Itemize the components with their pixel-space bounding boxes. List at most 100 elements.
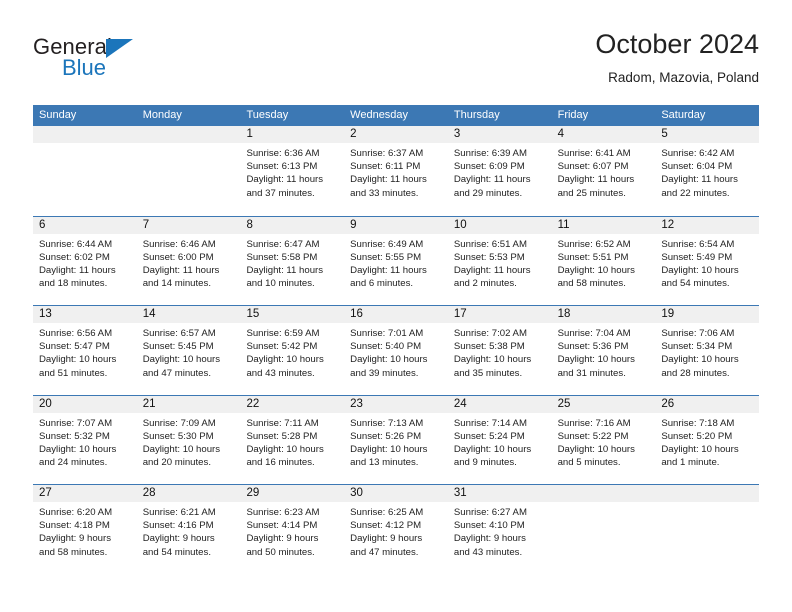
sunrise-time: Sunrise: 7:02 AM bbox=[453, 328, 527, 339]
calendar-day-cell[interactable]: 23 Sunrise: 7:13 AM Sunset: 5:26 PM Dayligh… bbox=[344, 395, 448, 484]
day-sun-info: Sunrise: 7:18 AM Sunset: 5:20 PM Daylight:… bbox=[655, 413, 759, 470]
calendar-day-cell-empty bbox=[551, 485, 656, 574]
sunset-time: Sunset: 5:32 PM bbox=[39, 430, 110, 442]
calendar-day-cell[interactable]: 5 Sunrise: 6:42 AM Sunset: 6:04 PM Daylight… bbox=[655, 126, 760, 216]
calendar-day-cell[interactable]: 13 Sunrise: 6:56 AM Sunset: 5:47 PM Dayligh… bbox=[33, 306, 137, 395]
sunset-time: Sunset: 4:18 PM bbox=[39, 520, 110, 532]
day-number: 29 bbox=[240, 485, 345, 502]
sunset-time: Sunset: 5:40 PM bbox=[350, 341, 422, 353]
weekday-header-wednesday: Wednesday bbox=[350, 109, 409, 121]
calendar-day-cell[interactable]: 22 Sunrise: 7:11 AM Sunset: 5:28 PM Dayligh… bbox=[240, 395, 345, 484]
day-number bbox=[551, 485, 656, 502]
calendar-day-cell[interactable]: 11 Sunrise: 6:52 AM Sunset: 5:51 PM Dayligh… bbox=[551, 216, 656, 305]
daylight-duration-line2: and 58 minutes. bbox=[39, 546, 108, 558]
calendar-day-cell[interactable]: 19 Sunrise: 7:06 AM Sunset: 5:34 PM Dayligh… bbox=[655, 306, 760, 395]
day-number: 11 bbox=[551, 216, 656, 234]
calendar-day-cell[interactable]: 27 Sunrise: 6:20 AM Sunset: 4:18 PM Dayligh… bbox=[33, 485, 137, 574]
calendar-day-cell[interactable]: 1 Sunrise: 6:36 AM Sunset: 6:13 PM Daylight… bbox=[240, 126, 345, 216]
daylight-duration-line1: Daylight: 10 hours bbox=[246, 354, 324, 366]
calendar-day-cell[interactable]: 29 Sunrise: 6:23 AM Sunset: 4:14 PM Dayligh… bbox=[240, 485, 345, 574]
daylight-duration-line2: and 47 minutes. bbox=[142, 367, 211, 379]
calendar-day-cell[interactable]: 15 Sunrise: 6:59 AM Sunset: 5:42 PM Dayligh… bbox=[240, 306, 345, 395]
daylight-duration-line2: and 9 minutes. bbox=[453, 457, 517, 469]
daylight-duration-line2: and 10 minutes. bbox=[246, 278, 315, 290]
sunset-time: Sunset: 5:22 PM bbox=[557, 430, 629, 442]
calendar-day-cell[interactable]: 7 Sunrise: 6:46 AM Sunset: 6:00 PM Daylight… bbox=[136, 216, 241, 305]
daylight-duration-line1: Daylight: 9 hours bbox=[350, 533, 423, 545]
daylight-duration-line1: Daylight: 11 hours bbox=[142, 264, 220, 276]
sunrise-time: Sunrise: 6:57 AM bbox=[142, 328, 216, 339]
day-number: 17 bbox=[447, 306, 552, 323]
daylight-duration-line2: and 31 minutes. bbox=[557, 367, 626, 379]
day-number: 3 bbox=[447, 126, 552, 143]
daylight-duration-line2: and 13 minutes. bbox=[350, 457, 419, 469]
daylight-duration-line2: and 14 minutes. bbox=[142, 278, 211, 290]
calendar-day-cell-empty bbox=[136, 126, 241, 216]
calendar-day-cell[interactable]: 10 Sunrise: 6:51 AM Sunset: 5:53 PM Dayligh… bbox=[447, 216, 552, 305]
calendar-day-cell[interactable]: 18 Sunrise: 7:04 AM Sunset: 5:36 PM Dayligh… bbox=[551, 306, 656, 395]
weekday-header-thursday: Thursday bbox=[453, 109, 500, 121]
calendar-day-cell[interactable]: 12 Sunrise: 6:54 AM Sunset: 5:49 PM Dayligh… bbox=[655, 216, 760, 305]
daylight-duration-line2: and 39 minutes. bbox=[350, 367, 419, 379]
daylight-duration-line1: Daylight: 11 hours bbox=[246, 264, 324, 276]
calendar-day-cell[interactable]: 24 Sunrise: 7:14 AM Sunset: 5:24 PM Dayligh… bbox=[447, 395, 552, 484]
daylight-duration-line1: Daylight: 10 hours bbox=[39, 443, 117, 455]
day-number: 1 bbox=[240, 126, 345, 143]
daylight-duration-line2: and 25 minutes. bbox=[557, 187, 626, 199]
day-number: 22 bbox=[240, 395, 345, 413]
day-number bbox=[655, 485, 760, 502]
calendar-day-cell[interactable]: 6 Sunrise: 6:44 AM Sunset: 6:02 PM Daylight… bbox=[33, 216, 137, 305]
daylight-duration-line1: Daylight: 9 hours bbox=[39, 533, 111, 545]
daylight-duration-line2: and 43 minutes. bbox=[246, 367, 315, 379]
calendar-day-cell[interactable]: 26 Sunrise: 7:18 AM Sunset: 5:20 PM Dayligh… bbox=[655, 395, 760, 484]
day-number: 10 bbox=[447, 216, 552, 234]
calendar-day-cell[interactable]: 3 Sunrise: 6:39 AM Sunset: 6:09 PM Daylight… bbox=[447, 126, 552, 216]
day-sun-info: Sunrise: 7:04 AM Sunset: 5:36 PM Daylight:… bbox=[552, 323, 656, 380]
day-number: 16 bbox=[344, 306, 448, 323]
calendar-day-cell[interactable]: 31 Sunrise: 6:27 AM Sunset: 4:10 PM Dayligh… bbox=[447, 485, 552, 574]
sunrise-time: Sunrise: 6:37 AM bbox=[350, 148, 424, 159]
day-sun-info: Sunrise: 7:14 AM Sunset: 5:24 PM Daylight:… bbox=[448, 413, 552, 470]
day-sun-info: Sunrise: 7:01 AM Sunset: 5:40 PM Daylight:… bbox=[344, 323, 448, 380]
calendar-day-cell[interactable]: 20 Sunrise: 7:07 AM Sunset: 5:32 PM Dayligh… bbox=[33, 395, 137, 484]
daylight-duration-line2: and 18 minutes. bbox=[39, 278, 108, 290]
calendar-day-cell[interactable]: 30 Sunrise: 6:25 AM Sunset: 4:12 PM Dayligh… bbox=[344, 485, 448, 574]
sunrise-time: Sunrise: 6:25 AM bbox=[350, 507, 424, 518]
weekday-header-saturday: Saturday bbox=[661, 109, 706, 121]
sunset-time: Sunset: 5:26 PM bbox=[350, 430, 422, 442]
daylight-duration-line2: and 16 minutes. bbox=[246, 457, 315, 469]
daylight-duration-line2: and 51 minutes. bbox=[39, 367, 108, 379]
calendar-day-cell[interactable]: 28 Sunrise: 6:21 AM Sunset: 4:16 PM Dayligh… bbox=[136, 485, 241, 574]
sunset-time: Sunset: 5:55 PM bbox=[350, 251, 422, 263]
sunset-time: Sunset: 6:02 PM bbox=[39, 251, 110, 263]
calendar-day-cell[interactable]: 4 Sunrise: 6:41 AM Sunset: 6:07 PM Daylight… bbox=[551, 126, 656, 216]
day-number: 8 bbox=[240, 216, 345, 234]
sunrise-time: Sunrise: 6:47 AM bbox=[246, 238, 320, 250]
calendar-day-cell[interactable]: 17 Sunrise: 7:02 AM Sunset: 5:38 PM Dayligh… bbox=[447, 306, 552, 395]
calendar-day-cell[interactable]: 8 Sunrise: 6:47 AM Sunset: 5:58 PM Daylight… bbox=[240, 216, 345, 305]
calendar-day-cell[interactable]: 16 Sunrise: 7:01 AM Sunset: 5:40 PM Dayligh… bbox=[344, 306, 448, 395]
day-sun-info: Sunrise: 6:37 AM Sunset: 6:11 PM Daylight:… bbox=[344, 143, 448, 200]
calendar-day-cell[interactable]: 2 Sunrise: 6:37 AM Sunset: 6:11 PM Daylight… bbox=[344, 126, 448, 216]
page-subtitle: Radom, Mazovia, Poland bbox=[608, 70, 759, 85]
daylight-duration-line2: and 47 minutes. bbox=[350, 546, 419, 558]
calendar-day-cell[interactable]: 25 Sunrise: 7:16 AM Sunset: 5:22 PM Dayligh… bbox=[551, 395, 656, 484]
calendar-day-cell[interactable]: 9 Sunrise: 6:49 AM Sunset: 5:55 PM Daylight… bbox=[344, 216, 448, 305]
daylight-duration-line1: Daylight: 9 hours bbox=[453, 533, 526, 545]
logo-triangle-icon bbox=[106, 39, 133, 58]
calendar-day-cell[interactable]: 21 Sunrise: 7:09 AM Sunset: 5:30 PM Dayligh… bbox=[136, 395, 241, 484]
sunset-time: Sunset: 5:58 PM bbox=[246, 251, 318, 263]
day-number: 7 bbox=[136, 216, 241, 234]
title-block: October 2024 Radom, Mazovia, Poland bbox=[595, 28, 759, 88]
daylight-duration-line1: Daylight: 10 hours bbox=[557, 264, 635, 276]
calendar-grid: Sunday Monday Tuesday Wednesday Thursday… bbox=[33, 105, 760, 574]
day-sun-info: Sunrise: 6:20 AM Sunset: 4:18 PM Daylight:… bbox=[33, 502, 137, 559]
sunrise-time: Sunrise: 6:56 AM bbox=[39, 328, 113, 339]
day-number: 31 bbox=[447, 485, 552, 502]
daylight-duration-line1: Daylight: 10 hours bbox=[350, 354, 428, 366]
sunrise-time: Sunrise: 7:04 AM bbox=[557, 328, 631, 339]
generalblue-logo[interactable]: General Blue bbox=[33, 34, 243, 90]
daylight-duration-line2: and 28 minutes. bbox=[661, 367, 730, 379]
sunrise-time: Sunrise: 6:21 AM bbox=[142, 507, 216, 518]
calendar-day-cell[interactable]: 14 Sunrise: 6:57 AM Sunset: 5:45 PM Dayligh… bbox=[136, 306, 241, 395]
